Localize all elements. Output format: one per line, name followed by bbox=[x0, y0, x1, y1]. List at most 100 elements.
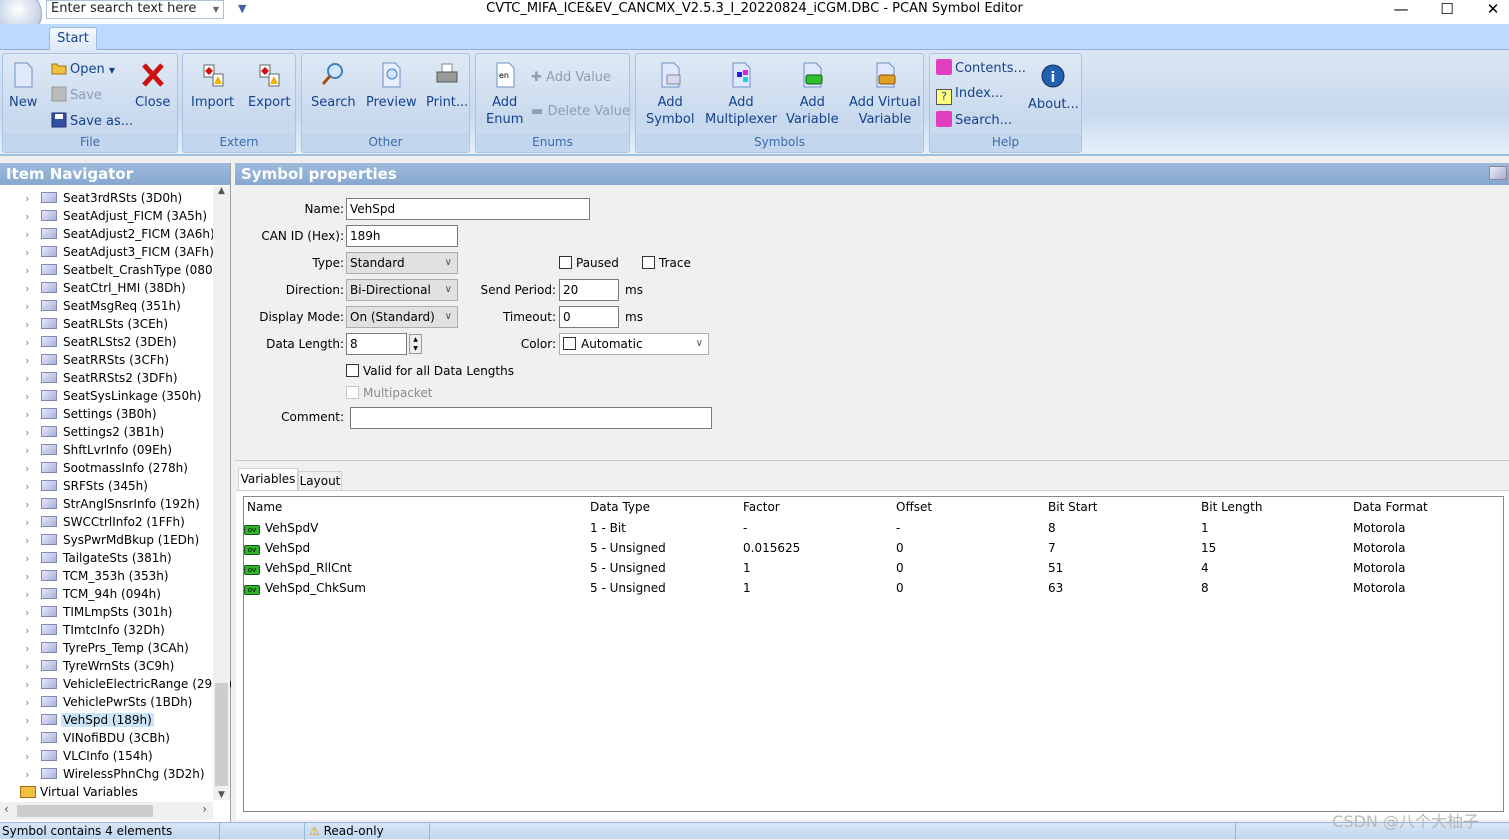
add-enum-button[interactable]: en Add Enum bbox=[486, 62, 523, 128]
chevron-right-icon[interactable]: › bbox=[25, 622, 37, 640]
close-button[interactable]: Close bbox=[135, 62, 170, 111]
chevron-right-icon[interactable]: › bbox=[25, 658, 37, 676]
scroll-left-icon[interactable]: ‹ bbox=[4, 802, 9, 816]
valid-all-lengths-checkbox[interactable]: Valid for all Data Lengths bbox=[346, 364, 514, 378]
chevron-right-icon[interactable]: › bbox=[25, 370, 37, 388]
tree-item[interactable]: › VLCInfo (154h) bbox=[25, 747, 155, 765]
tree-item[interactable]: › SeatAdjust3_FICM (3AFh) bbox=[25, 243, 216, 261]
close-window-icon[interactable]: ✕ bbox=[1483, 0, 1503, 18]
display-mode-select[interactable]: On (Standard) ∨ bbox=[346, 306, 458, 328]
preview-button[interactable]: Preview bbox=[366, 62, 417, 111]
chevron-right-icon[interactable]: › bbox=[25, 550, 37, 568]
color-select[interactable]: Automatic ∨ bbox=[559, 333, 709, 355]
chevron-right-icon[interactable]: › bbox=[25, 766, 37, 784]
tree-item[interactable]: › SeatMsgReq (351h) bbox=[25, 297, 183, 315]
chevron-right-icon[interactable]: › bbox=[25, 676, 37, 694]
checkbox-box[interactable] bbox=[559, 256, 572, 269]
minimize-icon[interactable]: — bbox=[1391, 0, 1411, 18]
tree-item[interactable]: › SRFSts (345h) bbox=[25, 477, 150, 495]
delete-value-button[interactable]: ▬ Delete Value bbox=[531, 103, 630, 120]
column-header[interactable]: Bit Length bbox=[1201, 497, 1262, 517]
tree-item[interactable]: › SeatCtrl_HMI (38Dh) bbox=[25, 279, 188, 297]
column-header[interactable]: Factor bbox=[743, 497, 780, 517]
tree-item[interactable]: › VehiclePwrSts (1BDh) bbox=[25, 693, 194, 711]
chevron-right-icon[interactable]: › bbox=[25, 424, 37, 442]
chevron-right-icon[interactable]: › bbox=[25, 442, 37, 460]
tab-layout[interactable]: Layout bbox=[298, 471, 342, 490]
chevron-right-icon[interactable]: › bbox=[25, 244, 37, 262]
tree-item[interactable]: › SysPwrMdBkup (1EDh) bbox=[25, 531, 201, 549]
navigator-horizontal-scroll-thumb[interactable] bbox=[17, 805, 153, 817]
checkbox-box[interactable] bbox=[346, 364, 359, 377]
maximize-icon[interactable]: ☐ bbox=[1437, 0, 1457, 18]
chevron-right-icon[interactable]: › bbox=[25, 514, 37, 532]
paused-checkbox[interactable]: Paused bbox=[559, 256, 619, 270]
tree-item[interactable]: › SeatRRSts (3CFh) bbox=[25, 351, 171, 369]
table-row[interactable]: ov VehSpdV 1 - Bit - - 8 1 Motorola bbox=[244, 518, 1503, 538]
trace-checkbox[interactable]: Trace bbox=[642, 256, 691, 270]
chevron-right-icon[interactable]: › bbox=[25, 190, 37, 208]
scroll-down-icon[interactable]: ▼ bbox=[213, 790, 230, 800]
chevron-right-icon[interactable]: › bbox=[25, 640, 37, 658]
about-button[interactable]: i About... bbox=[1028, 64, 1079, 113]
chevron-right-icon[interactable]: › bbox=[25, 388, 37, 406]
column-header[interactable]: Data Format bbox=[1353, 497, 1428, 517]
tree-item[interactable]: › TailgateSts (381h) bbox=[25, 549, 174, 567]
chevron-right-icon[interactable]: › bbox=[25, 694, 37, 712]
table-row[interactable]: ov VehSpd_RllCnt 5 - Unsigned 1 0 51 4 Motorola bbox=[244, 558, 1503, 578]
export-button[interactable]: Export bbox=[248, 62, 291, 111]
checkbox-box[interactable] bbox=[642, 256, 655, 269]
chevron-right-icon[interactable]: › bbox=[25, 208, 37, 226]
chevron-right-icon[interactable]: › bbox=[25, 352, 37, 370]
chevron-right-icon[interactable]: › bbox=[25, 604, 37, 622]
name-field[interactable]: VehSpd bbox=[346, 198, 590, 220]
help-search-button[interactable]: Search... bbox=[936, 111, 1012, 129]
tab-variables[interactable]: Variables bbox=[238, 468, 298, 490]
tree-item[interactable]: › WirelessPhnChg (3D2h) bbox=[25, 765, 207, 783]
tree-item[interactable]: › SeatAdjust_FICM (3A5h) bbox=[25, 207, 209, 225]
open-button[interactable]: Open ▼ bbox=[51, 60, 115, 79]
column-header[interactable]: Offset bbox=[896, 497, 932, 517]
scroll-right-icon[interactable]: › bbox=[202, 802, 207, 816]
tree-item[interactable]: › VINofiBDU (3CBh) bbox=[25, 729, 172, 747]
chevron-right-icon[interactable]: › bbox=[25, 280, 37, 298]
tree-item[interactable]: › Settings2 (3B1h) bbox=[25, 423, 166, 441]
direction-select[interactable]: Bi-Directional ∨ bbox=[346, 279, 458, 301]
chevron-right-icon[interactable]: › bbox=[25, 730, 37, 748]
column-header[interactable]: Data Type bbox=[590, 497, 650, 517]
chevron-right-icon[interactable]: › bbox=[25, 748, 37, 766]
tree-item[interactable]: › ShftLvrInfo (09Eh) bbox=[25, 441, 174, 459]
tree-item[interactable]: › TImtcInfo (32Dh) bbox=[25, 621, 167, 639]
tree-item[interactable]: › StrAnglSnsrInfo (192h) bbox=[25, 495, 202, 513]
column-header[interactable]: Name bbox=[247, 497, 282, 517]
contents-button[interactable]: Contents... bbox=[936, 59, 1026, 77]
chevron-right-icon[interactable]: › bbox=[25, 316, 37, 334]
chevron-right-icon[interactable]: › bbox=[25, 478, 37, 496]
tree-item[interactable]: › VehicleElectricRange (296h) bbox=[25, 675, 234, 693]
chevron-right-icon[interactable]: › bbox=[25, 460, 37, 478]
chevron-right-icon[interactable]: › bbox=[25, 496, 37, 514]
chevron-right-icon[interactable]: › bbox=[25, 406, 37, 424]
data-length-stepper[interactable]: ▲ ▼ bbox=[409, 334, 422, 354]
new-button[interactable]: New bbox=[9, 62, 37, 111]
tree-item[interactable]: › Settings (3B0h) bbox=[25, 405, 159, 423]
import-button[interactable]: Import bbox=[191, 62, 234, 111]
print-button[interactable]: Print... bbox=[426, 62, 468, 111]
tree-item[interactable]: › TyreWrnSts (3C9h) bbox=[25, 657, 176, 675]
chevron-right-icon[interactable]: › bbox=[25, 334, 37, 352]
search-button[interactable]: Search bbox=[311, 62, 356, 111]
data-length-field[interactable]: 8 bbox=[346, 333, 407, 355]
comment-field[interactable] bbox=[350, 407, 712, 429]
tree-item-virtual-variables[interactable]: Virtual Variables bbox=[20, 783, 138, 801]
tree-item[interactable]: › SeatAdjust2_FICM (3A6h) bbox=[25, 225, 217, 243]
add-variable-button[interactable]: Add Variable bbox=[786, 62, 839, 128]
type-select[interactable]: Standard ∨ bbox=[346, 252, 458, 274]
table-row[interactable]: ov VehSpd_ChkSum 5 - Unsigned 1 0 63 8 Motorola bbox=[244, 578, 1503, 598]
save-as-button[interactable]: Save as... bbox=[51, 112, 133, 130]
table-row[interactable]: ov VehSpd 5 - Unsigned 0.015625 0 7 15 Motorola bbox=[244, 538, 1503, 558]
tree-item[interactable]: › Seat3rdRSts (3D0h) bbox=[25, 189, 184, 207]
tree-item[interactable]: › TCM_353h (353h) bbox=[25, 567, 171, 585]
tree-item[interactable]: › VehSpd (189h) bbox=[25, 711, 154, 729]
stepper-down-icon[interactable]: ▼ bbox=[410, 344, 421, 353]
tree-item[interactable]: › TyrePrs_Temp (3CAh) bbox=[25, 639, 191, 657]
